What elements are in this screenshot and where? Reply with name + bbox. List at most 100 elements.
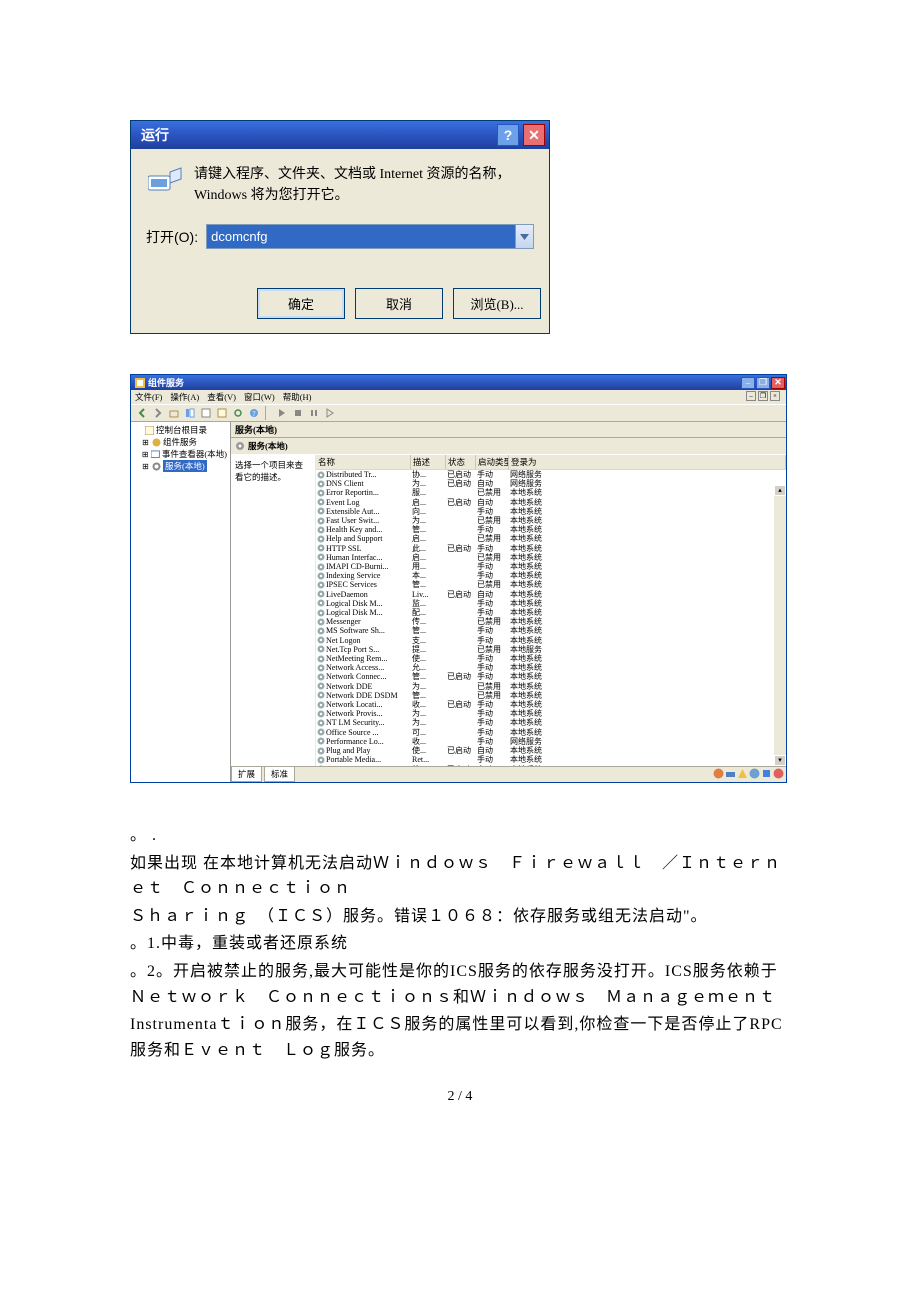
menubar: 文件(F) 操作(A) 查看(V) 窗口(W) 帮助(H) – ❐ ×: [131, 390, 786, 404]
service-row[interactable]: IMAPI CD-Burni...用...手动本地系统: [316, 562, 786, 571]
tree-services-local[interactable]: ⊞服务(本地): [133, 460, 228, 472]
service-row[interactable]: Distributed Tr...协...已启动手动网络服务: [316, 470, 786, 479]
properties-icon[interactable]: [199, 406, 213, 420]
service-row[interactable]: Print Spooler将...已启动自动本地系统: [316, 765, 786, 767]
back-icon[interactable]: [135, 406, 149, 420]
tree-root[interactable]: 控制台根目录: [133, 424, 228, 436]
service-row[interactable]: IPSEC Services管...已禁用本地系统: [316, 580, 786, 589]
service-row[interactable]: Logical Disk M...监...手动本地系统: [316, 599, 786, 608]
service-row[interactable]: Net Logon支...手动本地系统: [316, 636, 786, 645]
pause-icon[interactable]: [307, 406, 321, 420]
service-row[interactable]: Performance Lo...收...手动网络服务: [316, 737, 786, 746]
run-icon: [146, 164, 186, 194]
mdi-min[interactable]: –: [746, 391, 756, 401]
tab-standard[interactable]: 标准: [264, 767, 295, 782]
stop-icon[interactable]: [291, 406, 305, 420]
service-row[interactable]: Fast User Swit...为...已禁用本地系统: [316, 516, 786, 525]
tree-event-viewer[interactable]: ⊞事件查看器(本地): [133, 448, 228, 460]
help-button[interactable]: ?: [497, 124, 519, 146]
dropdown-arrow-icon[interactable]: [515, 225, 533, 248]
service-row[interactable]: Plug and Play使...已启动自动本地系统: [316, 746, 786, 755]
service-row[interactable]: Network Connec...管...已启动手动本地系统: [316, 672, 786, 681]
run-titlebar[interactable]: 运行 ? ✕: [131, 121, 549, 149]
export-icon[interactable]: [215, 406, 229, 420]
toolbar: ?: [131, 404, 786, 422]
tray-icon[interactable]: [713, 768, 724, 779]
tab-extended[interactable]: 扩展: [231, 767, 262, 782]
service-row[interactable]: Network DDE DSDM管...已禁用本地系统: [316, 691, 786, 700]
service-row[interactable]: NT LM Security...为...手动本地系统: [316, 718, 786, 727]
mmc-titlebar[interactable]: 组件服务 – ❐ ✕: [131, 375, 786, 390]
cancel-button[interactable]: 取消: [355, 288, 443, 319]
tray-icon[interactable]: [749, 768, 760, 779]
service-row[interactable]: Portable Media...Ret...手动本地系统: [316, 755, 786, 764]
description-pane: 选择一个项目来查看它的描述。: [231, 455, 316, 766]
start-icon[interactable]: [275, 406, 289, 420]
mdi-close[interactable]: ×: [770, 391, 780, 401]
run-input[interactable]: [206, 224, 534, 249]
mmc-title: 组件服务: [148, 376, 740, 389]
menu-file[interactable]: 文件(F): [135, 391, 162, 403]
main-subheader: 服务(本地): [231, 438, 786, 455]
document-text: 。 . 如果出现 在本地计算机无法启动Ｗｉｎｄｏｗｓ Ｆｉｒｅｗａｌｌ ／Ｉｎｔ…: [130, 823, 790, 1063]
scroll-up-icon[interactable]: ▴: [774, 485, 786, 496]
run-combobox[interactable]: [206, 224, 534, 249]
browse-button[interactable]: 浏览(B)...: [453, 288, 541, 319]
mmc-window: 组件服务 – ❐ ✕ 文件(F) 操作(A) 查看(V) 窗口(W) 帮助(H)…: [130, 374, 787, 783]
service-row[interactable]: Office Source ...可...手动本地系统: [316, 728, 786, 737]
service-row[interactable]: Indexing Service本...手动本地系统: [316, 571, 786, 580]
mmc-app-icon: [135, 378, 145, 388]
minimize-button[interactable]: –: [741, 377, 755, 389]
gear-icon: [235, 441, 245, 451]
ok-button[interactable]: 确定: [257, 288, 345, 319]
service-row[interactable]: DNS Client为...已启动自动网络服务: [316, 479, 786, 488]
service-row[interactable]: Health Key and...管...手动本地系统: [316, 525, 786, 534]
page-number: 2 / 4: [0, 1089, 920, 1105]
service-row[interactable]: Network Provis...为...手动本地系统: [316, 709, 786, 718]
restore-button[interactable]: ❐: [756, 377, 770, 389]
tree-pane: 控制台根目录 ⊞组件服务 ⊞事件查看器(本地) ⊞服务(本地): [131, 422, 231, 782]
service-row[interactable]: Error Reportin...服...已禁用本地系统: [316, 488, 786, 497]
service-row[interactable]: MS Software Sh...管...手动本地系统: [316, 626, 786, 635]
service-row[interactable]: Human Interfac...启...已禁用本地系统: [316, 553, 786, 562]
service-row[interactable]: Logical Disk M...配...手动本地系统: [316, 608, 786, 617]
service-row[interactable]: Net.Tcp Port S...提...已禁用本地服务: [316, 645, 786, 654]
scrollbar[interactable]: ▴ ▾: [774, 485, 786, 766]
service-row[interactable]: NetMeeting Rem...使...手动本地系统: [316, 654, 786, 663]
help-icon[interactable]: ?: [247, 406, 261, 420]
forward-icon[interactable]: [151, 406, 165, 420]
service-row[interactable]: Extensible Aut...向...手动本地系统: [316, 507, 786, 516]
tray-icon[interactable]: [761, 768, 772, 779]
service-row[interactable]: Messenger传...已禁用本地系统: [316, 617, 786, 626]
service-row[interactable]: HTTP SSL此...已启动手动本地系统: [316, 544, 786, 553]
service-row[interactable]: Network Access...允...手动本地系统: [316, 663, 786, 672]
scroll-down-icon[interactable]: ▾: [774, 755, 786, 766]
svg-text:?: ?: [252, 410, 255, 418]
run-message: 请键入程序、文件夹、文档或 Internet 资源的名称，Windows 将为您…: [194, 164, 534, 206]
up-icon[interactable]: [167, 406, 181, 420]
menu-action[interactable]: 操作(A): [170, 391, 199, 403]
tree-comp-services[interactable]: ⊞组件服务: [133, 436, 228, 448]
open-label: 打开(O):: [146, 227, 198, 247]
refresh-icon[interactable]: [231, 406, 245, 420]
mdi-max[interactable]: ❐: [758, 391, 768, 401]
tray-icon[interactable]: [737, 768, 748, 779]
show-tree-icon[interactable]: [183, 406, 197, 420]
tray-icon[interactable]: [725, 768, 736, 779]
service-row[interactable]: Network DDE为...已禁用本地系统: [316, 682, 786, 691]
menu-view[interactable]: 查看(V): [207, 391, 236, 403]
menu-help[interactable]: 帮助(H): [283, 391, 312, 403]
service-row[interactable]: LiveDaemonLiv...已启动自动本地系统: [316, 590, 786, 599]
menu-window[interactable]: 窗口(W): [244, 391, 275, 403]
close-button[interactable]: ✕: [771, 377, 785, 389]
list-headers[interactable]: 名称 描述 状态 启动类型 登录为: [316, 455, 786, 470]
restart-icon[interactable]: [323, 406, 337, 420]
service-row[interactable]: Help and Support启...已禁用本地系统: [316, 534, 786, 543]
close-button[interactable]: ✕: [523, 124, 545, 146]
tray-icon[interactable]: [773, 768, 784, 779]
main-header: 服务(本地): [231, 422, 786, 438]
service-row[interactable]: Network Locati...收...已启动手动本地系统: [316, 700, 786, 709]
run-title: 运行: [141, 125, 493, 145]
tray-icons: [711, 767, 786, 782]
service-row[interactable]: Event Log启...已启动自动本地系统: [316, 498, 786, 507]
